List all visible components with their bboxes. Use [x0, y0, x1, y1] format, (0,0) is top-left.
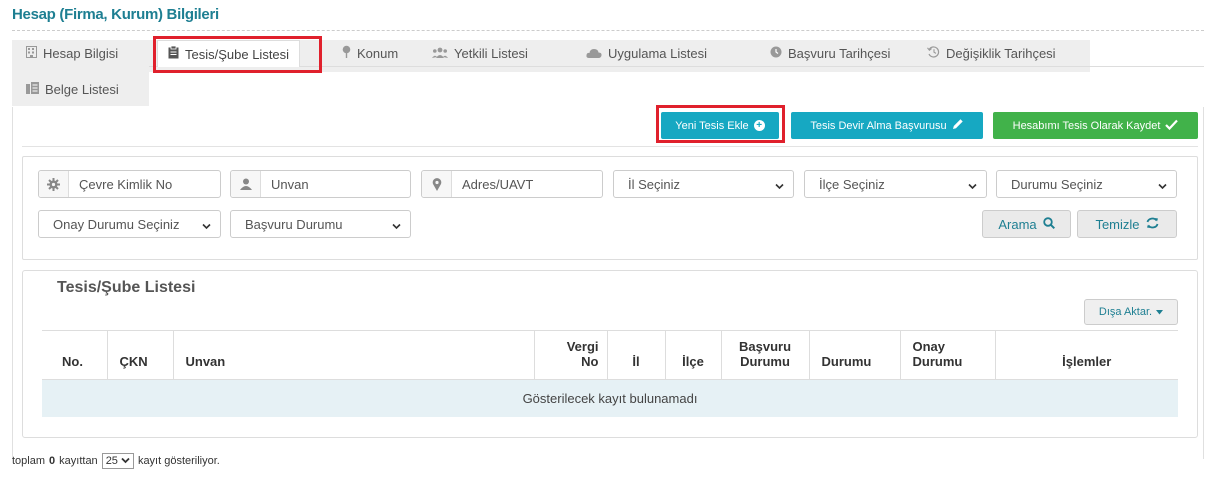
- users-icon: [432, 46, 448, 61]
- action-divider: [22, 146, 1198, 147]
- caret-down-icon: [1156, 306, 1164, 318]
- page-size-select[interactable]: 25: [101, 453, 134, 469]
- highlight-new-facility: [656, 105, 785, 143]
- search-icon: [1042, 216, 1055, 232]
- province-select[interactable]: İl Seçiniz: [613, 170, 794, 198]
- tab-belge-listesi[interactable]: Belge Listesi: [12, 72, 149, 106]
- gear-icon: [39, 171, 69, 197]
- tab-yetkili-listesi[interactable]: Yetkili Listesi: [432, 40, 528, 66]
- district-select[interactable]: İlçe Seçiniz: [804, 170, 987, 198]
- application-status-select[interactable]: Başvuru Durumu: [230, 210, 411, 238]
- column-header[interactable]: İlçe: [664, 330, 721, 380]
- chevron-down-icon: [392, 219, 401, 230]
- export-dropdown-button[interactable]: Dışa Aktar.: [1084, 299, 1178, 325]
- approval-status-select[interactable]: Onay Durumu Seçiniz: [38, 210, 221, 238]
- tab-uygulama-listesi[interactable]: Uygulama Listesi: [586, 40, 707, 66]
- chevron-down-icon: [1158, 179, 1167, 190]
- empty-table-message: Gösterilecek kayıt bulunamadı: [42, 379, 1178, 417]
- address-search-input[interactable]: Adres/UAVT: [421, 170, 603, 198]
- ckn-search-input[interactable]: Çevre Kimlik No: [38, 170, 221, 198]
- tab-basvuru-tarihcesi[interactable]: Başvuru Tarihçesi: [770, 40, 890, 66]
- chevron-down-icon: [121, 455, 130, 467]
- facility-table: No. ÇKN Unvan Vergi No İl İlçe Başvuru D…: [42, 330, 1178, 417]
- page-title: Hesap (Firma, Kurum) Bilgileri: [12, 6, 219, 23]
- column-header[interactable]: Vergi No: [533, 330, 607, 380]
- status-select[interactable]: Durumu Seçiniz: [996, 170, 1177, 198]
- tab-hesap-bilgisi[interactable]: Hesap Bilgisi: [26, 40, 118, 66]
- chevron-down-icon: [202, 219, 211, 230]
- title-search-input[interactable]: Unvan: [230, 170, 411, 198]
- column-header[interactable]: No.: [42, 330, 107, 380]
- search-button[interactable]: Arama: [982, 210, 1071, 238]
- check-icon: [1165, 119, 1179, 133]
- highlight-active-tab: [153, 36, 322, 73]
- list-title: Tesis/Şube Listesi: [57, 279, 196, 296]
- pencil-icon: [952, 118, 964, 133]
- chevron-down-icon: [968, 179, 977, 190]
- tab-konum[interactable]: Konum: [342, 40, 398, 66]
- title-divider: [12, 30, 1204, 31]
- documents-icon: [26, 81, 39, 97]
- column-header[interactable]: Durumu: [808, 330, 900, 380]
- clock-icon: [770, 46, 782, 61]
- column-header[interactable]: İl: [606, 330, 665, 380]
- column-header[interactable]: İşlemler: [994, 330, 1178, 380]
- column-header[interactable]: Onay Durumu: [899, 330, 995, 380]
- map-marker-icon: [422, 171, 452, 197]
- table-header-row: No. ÇKN Unvan Vergi No İl İlçe Başvuru D…: [42, 330, 1178, 380]
- clear-button[interactable]: Temizle: [1077, 210, 1177, 238]
- refresh-icon: [1146, 217, 1159, 232]
- table-row: Gösterilecek kayıt bulunamadı: [42, 379, 1178, 417]
- chevron-down-icon: [775, 179, 784, 190]
- record-total: 0: [49, 455, 56, 467]
- transfer-application-button[interactable]: Tesis Devir Alma Başvurusu: [791, 112, 983, 139]
- column-header[interactable]: ÇKN: [106, 330, 173, 380]
- column-header[interactable]: Unvan: [172, 330, 534, 380]
- user-icon: [231, 171, 261, 197]
- pagination-info: toplam 0 kayıttan 25 kayıt gösteriliyor.: [12, 453, 220, 469]
- save-account-as-facility-button[interactable]: Hesabımı Tesis Olarak Kaydet: [993, 112, 1198, 139]
- history-icon: [927, 45, 940, 61]
- building-icon: [26, 45, 37, 61]
- cloud-icon: [586, 46, 602, 61]
- map-pin-icon: [342, 45, 351, 61]
- column-header[interactable]: Başvuru Durumu: [720, 330, 809, 380]
- tab-degisiklik-tarihcesi[interactable]: Değişiklik Tarihçesi: [927, 40, 1056, 66]
